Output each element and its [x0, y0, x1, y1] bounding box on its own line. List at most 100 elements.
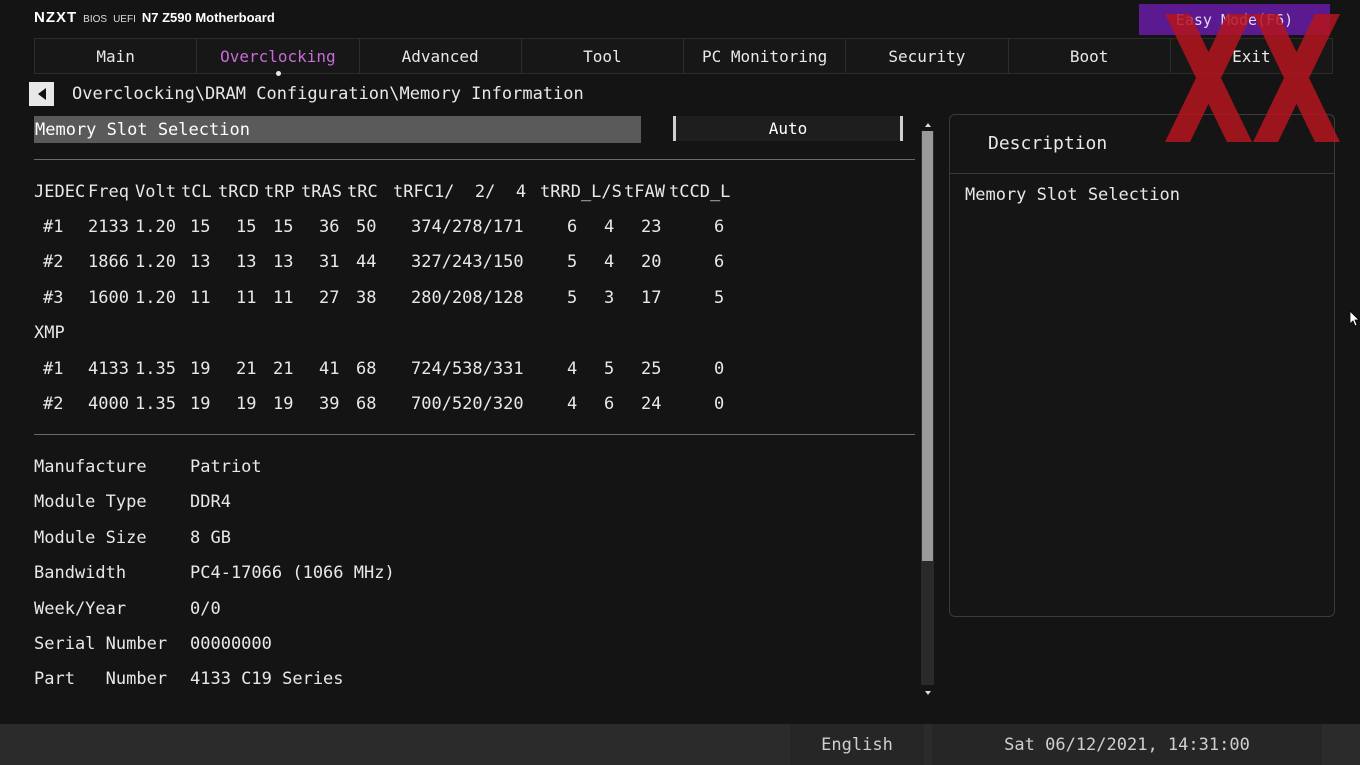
jedec-cell-trrds: 3 — [604, 288, 615, 308]
module-info-key: Week/Year — [34, 598, 127, 619]
easy-mode-button[interactable]: Easy Mode(F6) — [1139, 4, 1330, 35]
uefi-label: UEFI — [113, 14, 136, 25]
xmp-cell-trrds: 6 — [604, 394, 615, 414]
xmp-cell-volt: 1.35 — [135, 394, 176, 414]
xmp-cell-trp: 19 — [273, 394, 294, 414]
jedec-cell-trcd: 15 — [236, 217, 257, 237]
description-title: Description — [988, 133, 1108, 154]
col-freq: Freq — [88, 182, 129, 202]
col-trcd: tRCD — [218, 182, 259, 202]
col-trrd: tRRD_L/S — [540, 182, 622, 202]
divider — [34, 159, 915, 160]
module-info-key: Module Size — [34, 527, 147, 548]
bios-label: BIOS — [83, 14, 108, 25]
datetime-display: Sat 06/12/2021, 14:31:00 — [932, 724, 1322, 765]
jedec-cell-trfc: 280/208/128 — [411, 288, 524, 308]
module-info-value: 00000000 — [190, 634, 272, 654]
tab-overclocking[interactable]: Overclocking — [197, 39, 360, 76]
scroll-down-icon[interactable] — [925, 691, 931, 695]
language-selector[interactable]: English — [790, 724, 924, 765]
back-button[interactable] — [29, 82, 54, 106]
xmp-cell-tccdl: 0 — [714, 394, 725, 414]
tab-security[interactable]: Security — [846, 39, 1009, 73]
jedec-cell-volt: 1.20 — [135, 252, 176, 272]
jedec-cell-trp: 15 — [273, 217, 294, 237]
jedec-cell-tras: 27 — [319, 288, 340, 308]
jedec-cell-trp: 13 — [273, 252, 294, 272]
xmp-cell-tcl: 19 — [190, 394, 211, 414]
xmp-cell-trc: 68 — [356, 394, 377, 414]
xmp-cell-trfc: 700/520/320 — [411, 394, 524, 414]
description-text: Memory Slot Selection — [965, 185, 1180, 205]
jedec-cell-tcl: 15 — [190, 217, 211, 237]
col-volt: Volt — [135, 182, 176, 202]
scroll-up-icon[interactable] — [925, 123, 931, 127]
xmp-cell-trp: 21 — [273, 359, 294, 379]
xmp-cell-trrdl: 4 — [567, 394, 578, 414]
tab-tool[interactable]: Tool — [521, 39, 684, 73]
description-header: Description — [950, 115, 1334, 174]
breadcrumb: Overclocking\DRAM Configuration\Memory I… — [72, 84, 584, 104]
module-info-key: Bandwidth — [34, 563, 127, 584]
nzxt-logo: NZXT — [34, 9, 78, 26]
scrollbar[interactable] — [921, 121, 934, 697]
memory-slot-selection-label: Memory Slot Selection — [35, 119, 250, 140]
xmp-cell-freq: 4000 — [88, 394, 129, 414]
module-info-value: DDR4 — [190, 492, 231, 513]
main-tabs: Main Overclocking Advanced Tool PC Monit… — [34, 38, 1333, 76]
jedec-cell-trp: 11 — [273, 288, 294, 308]
scroll-track[interactable] — [921, 131, 934, 685]
xmp-cell-trrds: 5 — [604, 359, 615, 379]
jedec-cell-tcl: 11 — [190, 288, 211, 308]
jedec-cell-freq: 2133 — [88, 217, 129, 237]
xmp-cell-tccdl: 0 — [714, 359, 725, 379]
module-info-key: Manufacture — [34, 457, 147, 477]
col-tfaw: tFAW — [624, 182, 665, 202]
scroll-thumb[interactable] — [922, 131, 933, 561]
xmp-cell-trc: 68 — [356, 359, 377, 379]
module-info-key: Module Type — [34, 492, 147, 513]
tab-main[interactable]: Main — [35, 39, 198, 73]
xmp-cell-tfaw: 24 — [641, 394, 662, 414]
col-tcl: tCL — [181, 182, 212, 202]
xmp-cell-trrdl: 4 — [567, 359, 578, 379]
memory-slot-selection-item[interactable]: Memory Slot Selection — [34, 116, 641, 143]
divider — [34, 434, 915, 435]
xmp-cell-tras: 39 — [319, 394, 340, 414]
jedec-cell-trrdl: 5 — [567, 288, 578, 308]
jedec-cell-tccdl: 6 — [714, 217, 725, 237]
tab-advanced[interactable]: Advanced — [359, 39, 522, 73]
xmp-cell-trcd: 19 — [236, 394, 257, 414]
xmp-cell-tras: 41 — [319, 359, 340, 379]
jedec-cell-trcd: 13 — [236, 252, 257, 272]
col-tccdl: tCCD_L — [669, 182, 731, 202]
jedec-cell-trcd: 11 — [236, 288, 257, 308]
jedec-cell-id: #2 — [43, 252, 64, 272]
xmp-cell-trfc: 724/538/331 — [411, 359, 524, 379]
jedec-cell-trrdl: 5 — [567, 252, 578, 272]
xmp-cell-id: #2 — [43, 394, 64, 414]
tab-boot[interactable]: Boot — [1008, 39, 1171, 73]
col-jedec: JEDEC — [34, 182, 86, 202]
jedec-cell-trrdl: 6 — [567, 217, 578, 237]
module-info-value: 4133 C19 Series — [190, 669, 344, 690]
jedec-cell-trc: 38 — [356, 288, 377, 308]
module-info-value: 0/0 — [190, 598, 221, 619]
mouse-cursor-icon — [1350, 311, 1360, 327]
xmp-cell-id: #1 — [43, 359, 64, 379]
tab-exit[interactable]: Exit — [1170, 39, 1332, 73]
module-info-value: 8 GB — [190, 527, 231, 548]
jedec-cell-id: #3 — [43, 288, 64, 308]
col-tras: tRAS — [301, 182, 342, 202]
jedec-cell-id: #1 — [43, 217, 64, 237]
description-panel: Description Memory Slot Selection — [949, 114, 1335, 617]
col-trfc: tRFC1/ 2/ 4 — [393, 182, 527, 202]
jedec-cell-trrds: 4 — [604, 217, 615, 237]
tab-pc-monitoring[interactable]: PC Monitoring — [684, 39, 847, 73]
jedec-cell-volt: 1.20 — [135, 217, 176, 237]
memory-slot-selection-dropdown[interactable]: Auto — [673, 116, 903, 141]
jedec-cell-trrds: 4 — [604, 252, 615, 272]
jedec-cell-trc: 44 — [356, 252, 377, 272]
xmp-cell-volt: 1.35 — [135, 359, 176, 379]
col-trp: tRP — [264, 182, 295, 202]
